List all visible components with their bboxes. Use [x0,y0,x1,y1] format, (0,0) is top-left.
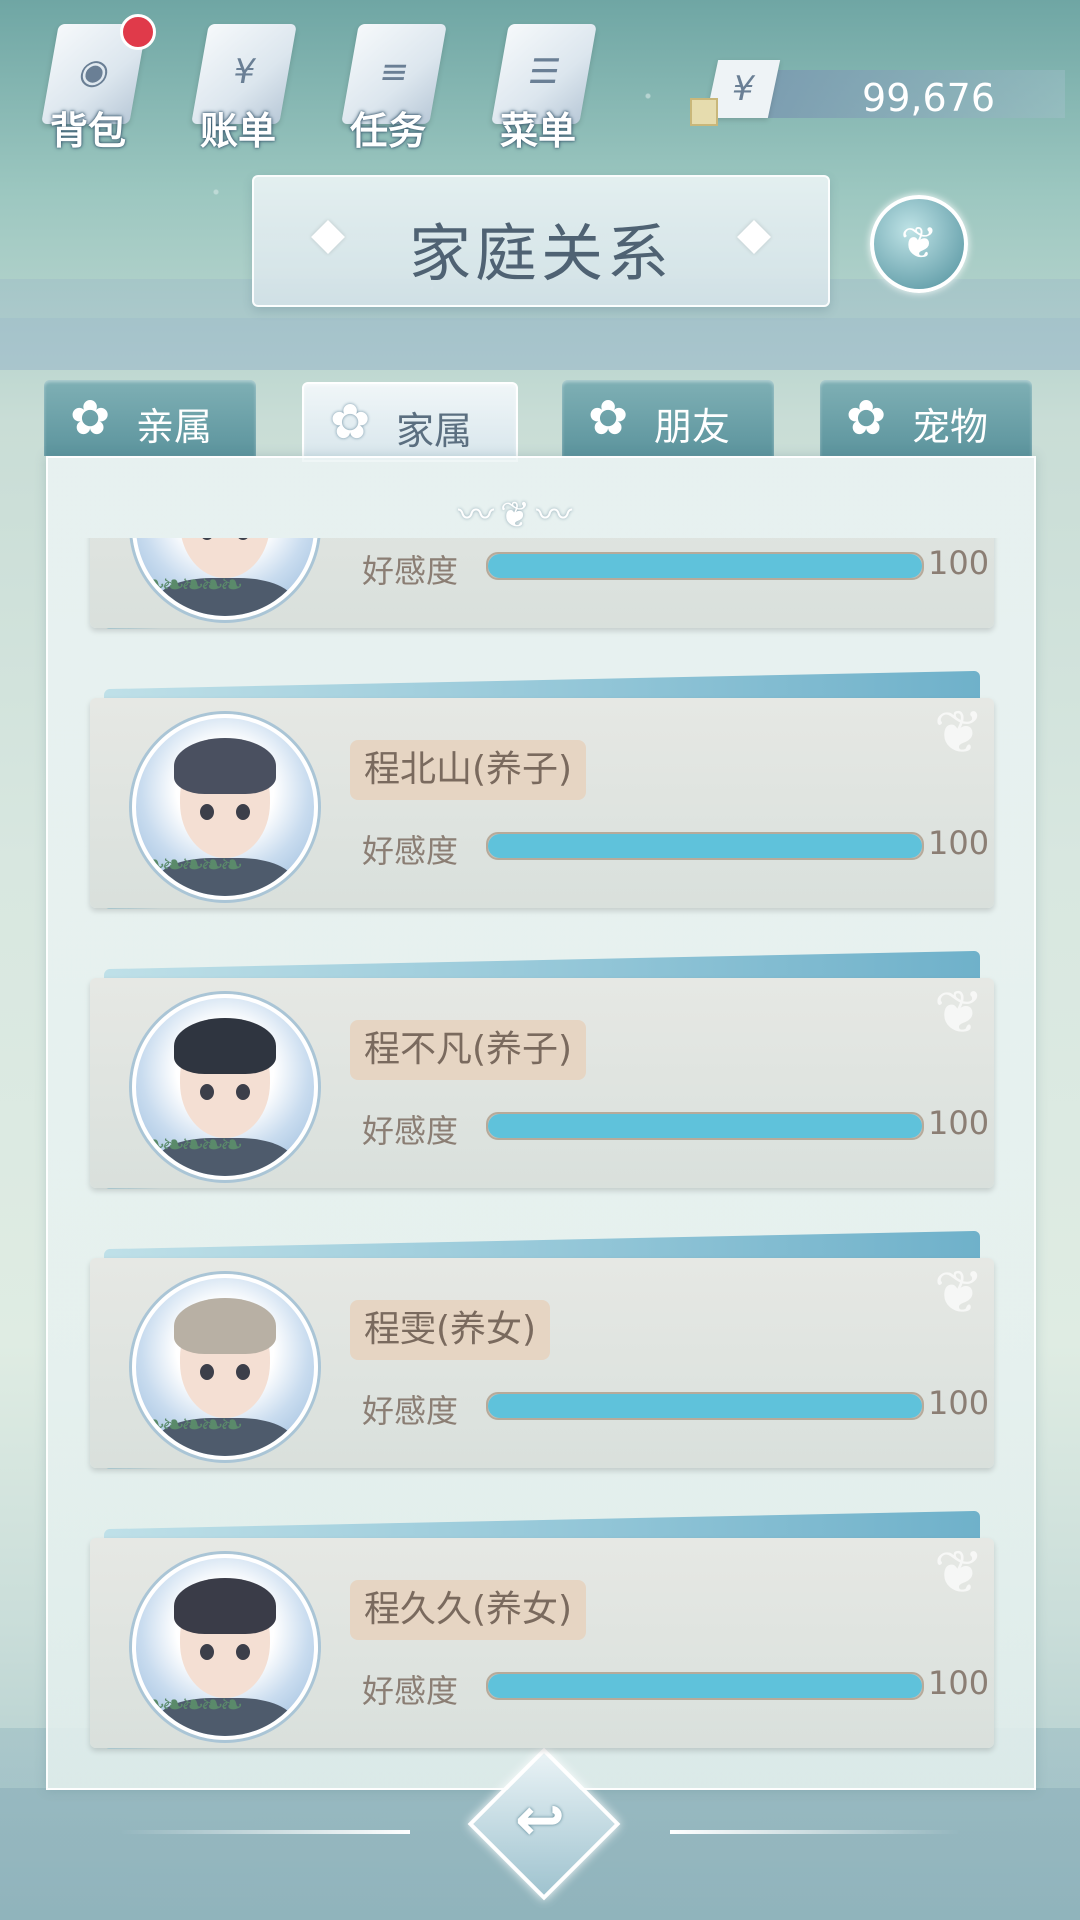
avatar-eye [236,804,250,820]
leaf-wreath-icon: ❧❧❧❧❧ [142,1408,243,1441]
avatar[interactable]: ❧❧❧❧❧ [132,714,318,900]
avatar[interactable]: ❧❧❧❧❧ [132,994,318,1180]
family-list-panel[interactable]: 〰❦〰 ❦ ❧❧❧❧❧ 好感度 100 ❦ ❧❧❧❧❧ 程北 [46,456,1036,1790]
tab-label: 宠物 [912,405,989,449]
lace-ornament-icon: ❦ [933,1538,984,1608]
tab-relatives[interactable]: ✿ 亲属 [44,380,256,456]
flower-icon: ✿ [70,390,111,446]
lace-ornament-icon: ❦ [933,1258,984,1328]
avatar[interactable]: ❧❧❧❧❧ [132,1274,318,1460]
member-card[interactable]: ❦ ❧❧❧❧❧ 程不凡(养子) 好感度 100 [90,950,994,1190]
task-label: 任务 [349,109,426,153]
member-card[interactable]: ❦ ❧❧❧❧❧ 程久久(养女) 好感度 100 [90,1510,994,1750]
affinity-bar-fill [488,834,922,858]
member-name: 程雯(养女) [350,1300,551,1360]
coin-icon [690,98,718,126]
avatar-hair [174,1298,276,1354]
avatar[interactable]: ❧❧❧❧❧ [132,1554,318,1740]
page-title: 家庭关系 [408,217,673,290]
bill-label: 账单 [199,109,276,153]
tab-label: 家属 [396,409,473,453]
avatar-eye [236,1084,250,1100]
affinity-bar [486,1392,924,1420]
avatar-eye [200,1644,214,1660]
lace-ornament-icon: ❦ [933,698,984,768]
flower-icon: ✿ [846,390,887,446]
affinity-bar [486,1112,924,1140]
leaf-wreath-icon: ❧❧❧❧❧ [142,1688,243,1721]
leaf-wreath-icon: ❧❧❧❧❧ [142,848,243,881]
affinity-bar [486,1672,924,1700]
affinity-bar [486,832,924,860]
member-name: 程不凡(养子) [350,1020,587,1080]
member-name: 程北山(养子) [350,740,587,800]
notification-badge [120,14,156,50]
affinity-bar-fill [488,1674,922,1698]
affinity-value: 100 [928,1384,990,1422]
tab-label: 亲属 [136,405,213,449]
tab-family[interactable]: ✿ 家属 [302,382,518,462]
task-button[interactable]: ≡ 任务 [328,14,448,153]
affinity-label: 好感度 [362,1112,459,1150]
affinity-label: 好感度 [362,552,459,590]
flower-icon: ✿ [330,394,371,450]
affinity-bar-fill [488,554,922,578]
member-name: 程久久(养女) [350,1580,587,1640]
family-tree-button[interactable]: ❦ [870,195,968,293]
menu-label: 菜单 [499,109,576,153]
affinity-bar-fill [488,1114,922,1138]
bill-button[interactable]: ¥ 账单 [178,14,298,153]
member-card[interactable]: ❦ ❧❧❧❧❧ 程雯(养女) 好感度 100 [90,1230,994,1470]
affinity-value: 100 [928,1104,990,1142]
avatar-hair [174,1018,276,1074]
avatar-eye [236,1644,250,1660]
member-card[interactable]: ❦ ❧❧❧❧❧ 好感度 100 [90,538,994,630]
avatar-eye [200,804,214,820]
tab-pets[interactable]: ✿ 宠物 [820,380,1032,456]
affinity-value: 100 [928,824,990,862]
scroll-ornament-icon: 〰❦〰 [458,495,579,536]
back-arrow-icon: ↩ [514,1785,566,1855]
currency-value: 99,676 [862,76,995,120]
tab-friends[interactable]: ✿ 朋友 [562,380,774,456]
affinity-value: 100 [928,544,990,582]
affinity-label: 好感度 [362,832,459,870]
tab-label: 朋友 [654,405,731,449]
leaf-wreath-icon: ❧❧❧❧❧ [142,1128,243,1161]
lace-ornament-icon: ❦ [933,978,984,1048]
member-card[interactable]: ❦ ❧❧❧❧❧ 程北山(养子) 好感度 100 [90,670,994,910]
back-deco-right [670,1830,960,1834]
affinity-bar [486,552,924,580]
leaf-wreath-icon: ❧❧❧❧❧ [142,568,243,601]
avatar[interactable]: ❧❧❧❧❧ [132,538,318,620]
affinity-label: 好感度 [362,1392,459,1430]
currency-display: 99,676 [740,70,1065,120]
title-banner: 家庭关系 [252,175,830,307]
avatar-eye [236,1364,250,1380]
family-tree-icon: ❦ [900,218,938,269]
back-deco-left [120,1830,410,1834]
flower-icon: ✿ [588,390,629,446]
menu-button[interactable]: ☰ 菜单 [478,14,598,153]
avatar-hair [174,738,276,794]
affinity-bar-fill [488,1394,922,1418]
avatar-hair [174,1578,276,1634]
avatar-eye [200,1084,214,1100]
family-list[interactable]: ❦ ❧❧❧❧❧ 好感度 100 ❦ ❧❧❧❧❧ 程北山(养子) 好感度 [48,538,1034,1788]
backpack-label: 背包 [49,109,126,153]
affinity-value: 100 [928,1664,990,1702]
avatar-eye [200,1364,214,1380]
affinity-label: 好感度 [362,1672,459,1710]
